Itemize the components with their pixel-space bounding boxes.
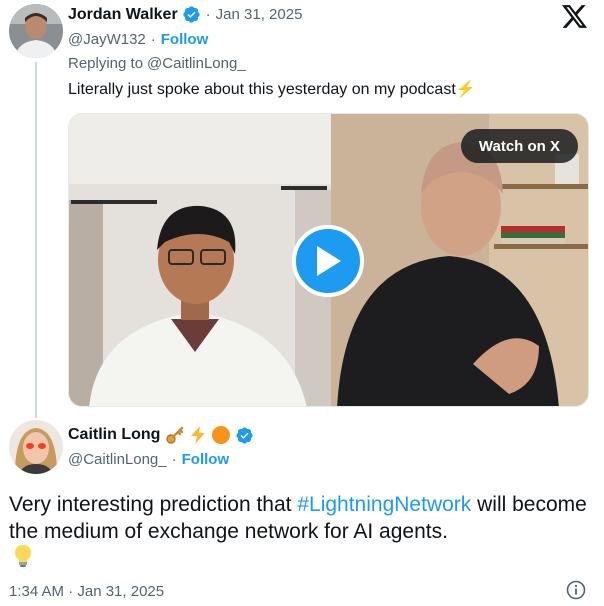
reply-display-name[interactable]: Jordan Walker (68, 6, 178, 24)
x-logo-icon[interactable] (562, 5, 588, 29)
reply-name-row: Jordan Walker · Jan 31, 2025 (68, 5, 302, 24)
light-bulb-emoji-icon (12, 544, 34, 568)
avatar-jordan-walker[interactable] (9, 4, 63, 58)
reply-date[interactable]: Jan 31, 2025 (216, 6, 303, 23)
quoted-name-row: Caitlin Long (68, 425, 254, 445)
verified-badge-icon (182, 5, 201, 24)
tweet-timestamp[interactable]: 1:34 AM · Jan 31, 2025 (9, 583, 164, 600)
replying-handle-link[interactable]: @CaitlinLong_ (147, 55, 246, 72)
follow-button-caitlin[interactable]: Follow (182, 451, 230, 468)
reply-handle-dot: · (150, 31, 156, 48)
reply-handle[interactable]: @JayW132 (68, 31, 146, 48)
avatar-caitlin-long[interactable] (9, 420, 63, 474)
quoted-text-before: Very interesting prediction that (9, 493, 298, 516)
play-button[interactable] (292, 225, 364, 297)
quoted-display-name[interactable]: Caitlin Long (68, 426, 160, 444)
hashtag-link[interactable]: #LightningNetwork (297, 493, 471, 516)
reply-text: Literally just spoke about this yesterda… (68, 81, 476, 98)
verified-badge-icon (235, 426, 254, 445)
lightning-emoji-icon (188, 425, 208, 445)
key-emoji-icon (165, 425, 185, 445)
play-icon (317, 246, 341, 276)
reply-handle-row: @JayW132 · Follow (68, 31, 208, 48)
video-player[interactable]: Watch on X (68, 113, 589, 407)
quoted-tweet-text: Very interesting prediction that #Lightn… (9, 491, 594, 545)
replying-prefix: Replying to (68, 55, 144, 72)
quoted-handle[interactable]: @CaitlinLong_ (68, 451, 167, 468)
quoted-handle-row: @CaitlinLong_ · Follow (68, 451, 229, 468)
follow-button-jordan[interactable]: Follow (161, 31, 209, 48)
reply-separator: · (205, 6, 211, 23)
info-icon[interactable] (566, 580, 586, 600)
thread-connector-line (35, 62, 37, 418)
watch-on-x-button[interactable]: Watch on X (460, 129, 578, 163)
orange-circle-emoji-icon (211, 425, 231, 445)
replying-to-row: Replying to @CaitlinLong_ (68, 55, 246, 72)
quoted-handle-dot: · (171, 451, 177, 468)
